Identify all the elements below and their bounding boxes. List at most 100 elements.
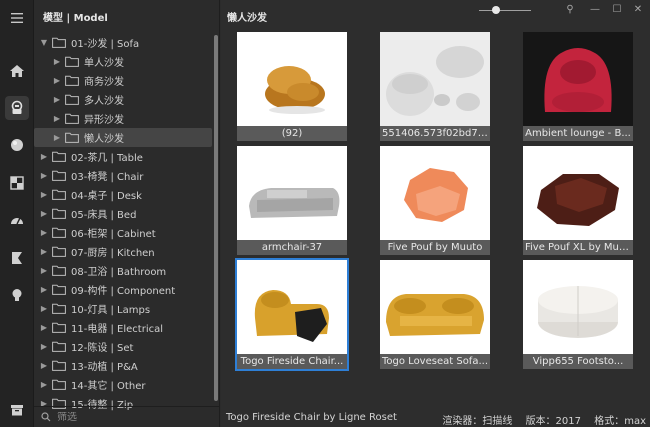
folder-icon [52,303,66,314]
renderer-info: 渲染器：扫描线 [442,416,513,427]
tree-item[interactable]: ▶ 11-电器 | Electrical [34,318,212,337]
slider-track[interactable] [479,10,531,11]
chevron-right-icon[interactable]: ▶ [39,247,49,256]
chevron-down-icon[interactable]: ▼ [39,38,49,47]
asset-thumbnail-card[interactable]: (92) [237,32,347,141]
tree-item-label: 懒人沙发 [84,134,124,145]
chevron-right-icon[interactable]: ▶ [39,285,49,294]
tree-item[interactable]: ▼ 01-沙发 | Sofa [34,33,212,52]
tree-item[interactable]: ▶ 02-茶几 | Table [34,147,212,166]
chevron-right-icon[interactable]: ▶ [39,171,49,180]
folder-icon [52,189,66,200]
folder-icon [65,56,79,67]
grey-low-armchair-image[interactable] [237,146,347,240]
material-ball-icon[interactable] [5,133,29,157]
current-folder-title: 懒人沙发 [227,13,267,24]
orange-beanbag-chair-image[interactable] [237,32,347,126]
chevron-right-icon[interactable]: ▶ [39,152,49,161]
chevron-right-icon[interactable]: ▶ [39,304,49,313]
status-bar: Togo Fireside Chair by Ligne Roset 渲染器：扫… [221,410,650,427]
chevron-right-icon[interactable]: ▶ [52,57,62,66]
asset-thumbnail-card[interactable]: Five Pouf by Muuto [380,146,490,255]
maximize-button[interactable]: ☐ [610,2,624,16]
gauge-icon[interactable] [5,208,29,232]
red-beanbag-chair-image[interactable] [523,32,633,126]
icon-rail [0,0,34,427]
chevron-right-icon[interactable]: ▶ [52,95,62,104]
tree-item[interactable]: ▶ 06-柜架 | Cabinet [34,223,212,242]
asset-thumbnail-card[interactable]: Togo Fireside Chair... [235,258,349,371]
minimize-button[interactable]: — [588,2,602,16]
tree-item[interactable]: ▶ 懒人沙发 [34,128,212,147]
home-icon[interactable] [5,59,29,83]
asset-thumbnail-card[interactable]: Five Pouf XL by Muuto [523,146,633,255]
tree-item[interactable]: ▶ 05-床具 | Bed [34,204,212,223]
chevron-right-icon[interactable]: ▶ [39,209,49,218]
tree-item[interactable]: ▶ 异形沙发 [34,109,212,128]
yellow-togo-chair-image[interactable] [237,260,347,354]
tree-item[interactable]: ▶ 09-构件 | Component [34,280,212,299]
asset-thumbnail-card[interactable]: 551406.573f02bd76... [380,32,490,141]
tree-item-label: 单人沙发 [84,58,124,69]
chevron-right-icon[interactable]: ▶ [39,342,49,351]
tree-item[interactable]: ▶ 单人沙发 [34,52,212,71]
light-bulb-icon[interactable] [5,283,29,307]
pin-icon[interactable]: ⚲ [563,2,577,16]
folder-icon [65,75,79,86]
folder-icon [52,341,66,352]
chevron-right-icon[interactable]: ▶ [52,114,62,123]
tree-item-label: 07-厨房 | Kitchen [71,248,155,259]
chevron-right-icon[interactable]: ▶ [39,190,49,199]
tree-item-label: 多人沙发 [84,96,124,107]
close-button[interactable]: ✕ [631,2,645,16]
tree-item[interactable]: ▶ 10-灯具 | Lamps [34,299,212,318]
thumbnail-size-slider[interactable] [479,6,531,14]
brown-pouf-image[interactable] [523,146,633,240]
orange-pouf-image[interactable] [380,146,490,240]
tree-scrollbar-thumb[interactable] [214,35,218,401]
asset-thumbnail-card[interactable]: Togo Loveseat Sofa... [380,260,490,369]
asset-caption: armchair-37 [237,240,347,255]
tree-item[interactable]: ▶ 14-其它 | Other [34,375,212,394]
chevron-right-icon[interactable]: ▶ [52,76,62,85]
tree-item[interactable]: ▶ 03-椅凳 | Chair [34,166,212,185]
chevron-right-icon[interactable]: ▶ [52,133,62,142]
white-beanbag-set-image[interactable] [380,32,490,126]
chevron-right-icon[interactable]: ▶ [39,380,49,389]
asset-thumbnail-card[interactable]: Ambient lounge - B... [523,32,633,141]
tree-item-label: 06-柜架 | Cabinet [71,229,156,240]
tree-item[interactable]: ▶ 04-桌子 | Desk [34,185,212,204]
chevron-right-icon[interactable]: ▶ [39,228,49,237]
tree-item[interactable]: ▶ 08-卫浴 | Bathroom [34,261,212,280]
texture-icon[interactable] [5,171,29,195]
chevron-right-icon[interactable]: ▶ [39,266,49,275]
tree-item[interactable]: ▶ 07-厨房 | Kitchen [34,242,212,261]
tree-item-label: 02-茶几 | Table [71,153,143,164]
tree-item[interactable]: ▶ 12-陈设 | Set [34,337,212,356]
asset-caption: Ambient lounge - B... [523,126,633,141]
tree-item[interactable]: ▶ 13-动植 | P&A [34,356,212,375]
chevron-right-icon[interactable]: ▶ [39,323,49,332]
slider-knob[interactable] [492,6,500,14]
chevron-right-icon[interactable]: ▶ [39,361,49,370]
folder-icon [52,284,66,295]
folder-icon [52,379,66,390]
flag-icon[interactable] [5,246,29,270]
asset-thumbnail-card[interactable]: Vipp655 Footsto... [523,260,633,369]
folder-icon [52,265,66,276]
archive-box-icon[interactable] [5,398,29,422]
folder-icon [52,208,66,219]
white-footstool-image[interactable] [523,260,633,354]
menu-icon[interactable] [5,6,29,30]
folder-icon [52,246,66,257]
asset-thumbnail-card[interactable]: armchair-37 [237,146,347,255]
tree-item[interactable]: ▶ 多人沙发 [34,90,212,109]
tree-item[interactable]: ▶ 商务沙发 [34,71,212,90]
asset-caption: Vipp655 Footsto... [523,354,633,369]
folder-icon [52,170,66,181]
search-icon [41,412,51,422]
model-library-icon[interactable] [5,96,29,120]
yellow-togo-loveseat-image[interactable] [380,260,490,354]
filter-input[interactable] [57,411,207,423]
folder-icon [52,151,66,162]
